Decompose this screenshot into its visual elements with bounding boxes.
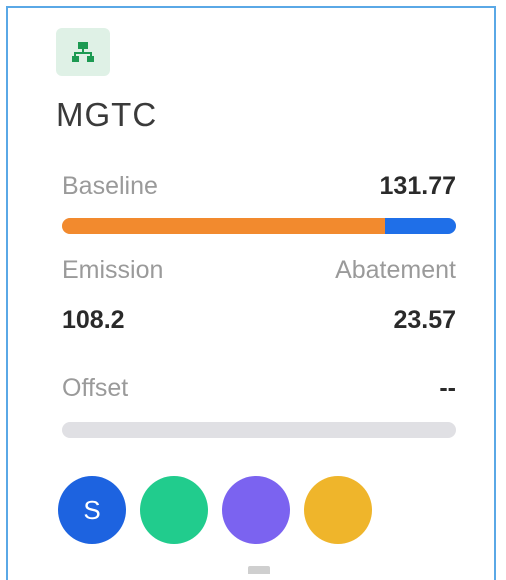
offset-label: Offset xyxy=(62,374,129,402)
metric-card[interactable]: MGTC Baseline 131.77 Emission Abatement … xyxy=(6,6,496,580)
icon-badge xyxy=(56,28,110,76)
emission-abatement-labels: Emission Abatement xyxy=(62,256,456,285)
baseline-value: 131.77 xyxy=(379,172,456,200)
abatement-label: Abatement xyxy=(335,256,456,284)
avatar-purple[interactable] xyxy=(222,476,290,544)
emission-label: Emission xyxy=(62,256,164,284)
offset-row: Offset -- xyxy=(62,374,456,403)
card-title: MGTC xyxy=(56,96,158,133)
drag-handle[interactable] xyxy=(248,566,270,574)
baseline-row: Baseline 131.77 xyxy=(62,172,456,201)
avatar-s[interactable]: S xyxy=(58,476,126,544)
baseline-label: Baseline xyxy=(62,172,158,200)
avatar-green[interactable] xyxy=(140,476,208,544)
avatar-yellow[interactable] xyxy=(304,476,372,544)
emission-progress-bar xyxy=(62,218,456,234)
emission-value: 108.2 xyxy=(62,306,125,334)
offset-value: -- xyxy=(439,374,456,402)
emission-segment xyxy=(62,218,386,234)
abatement-segment xyxy=(385,218,456,234)
hierarchy-icon xyxy=(72,42,94,62)
avatar-group: S xyxy=(58,476,372,544)
offset-progress-bar xyxy=(62,422,456,438)
abatement-value: 23.57 xyxy=(393,306,456,334)
emission-abatement-values: 108.2 23.57 xyxy=(62,306,456,335)
